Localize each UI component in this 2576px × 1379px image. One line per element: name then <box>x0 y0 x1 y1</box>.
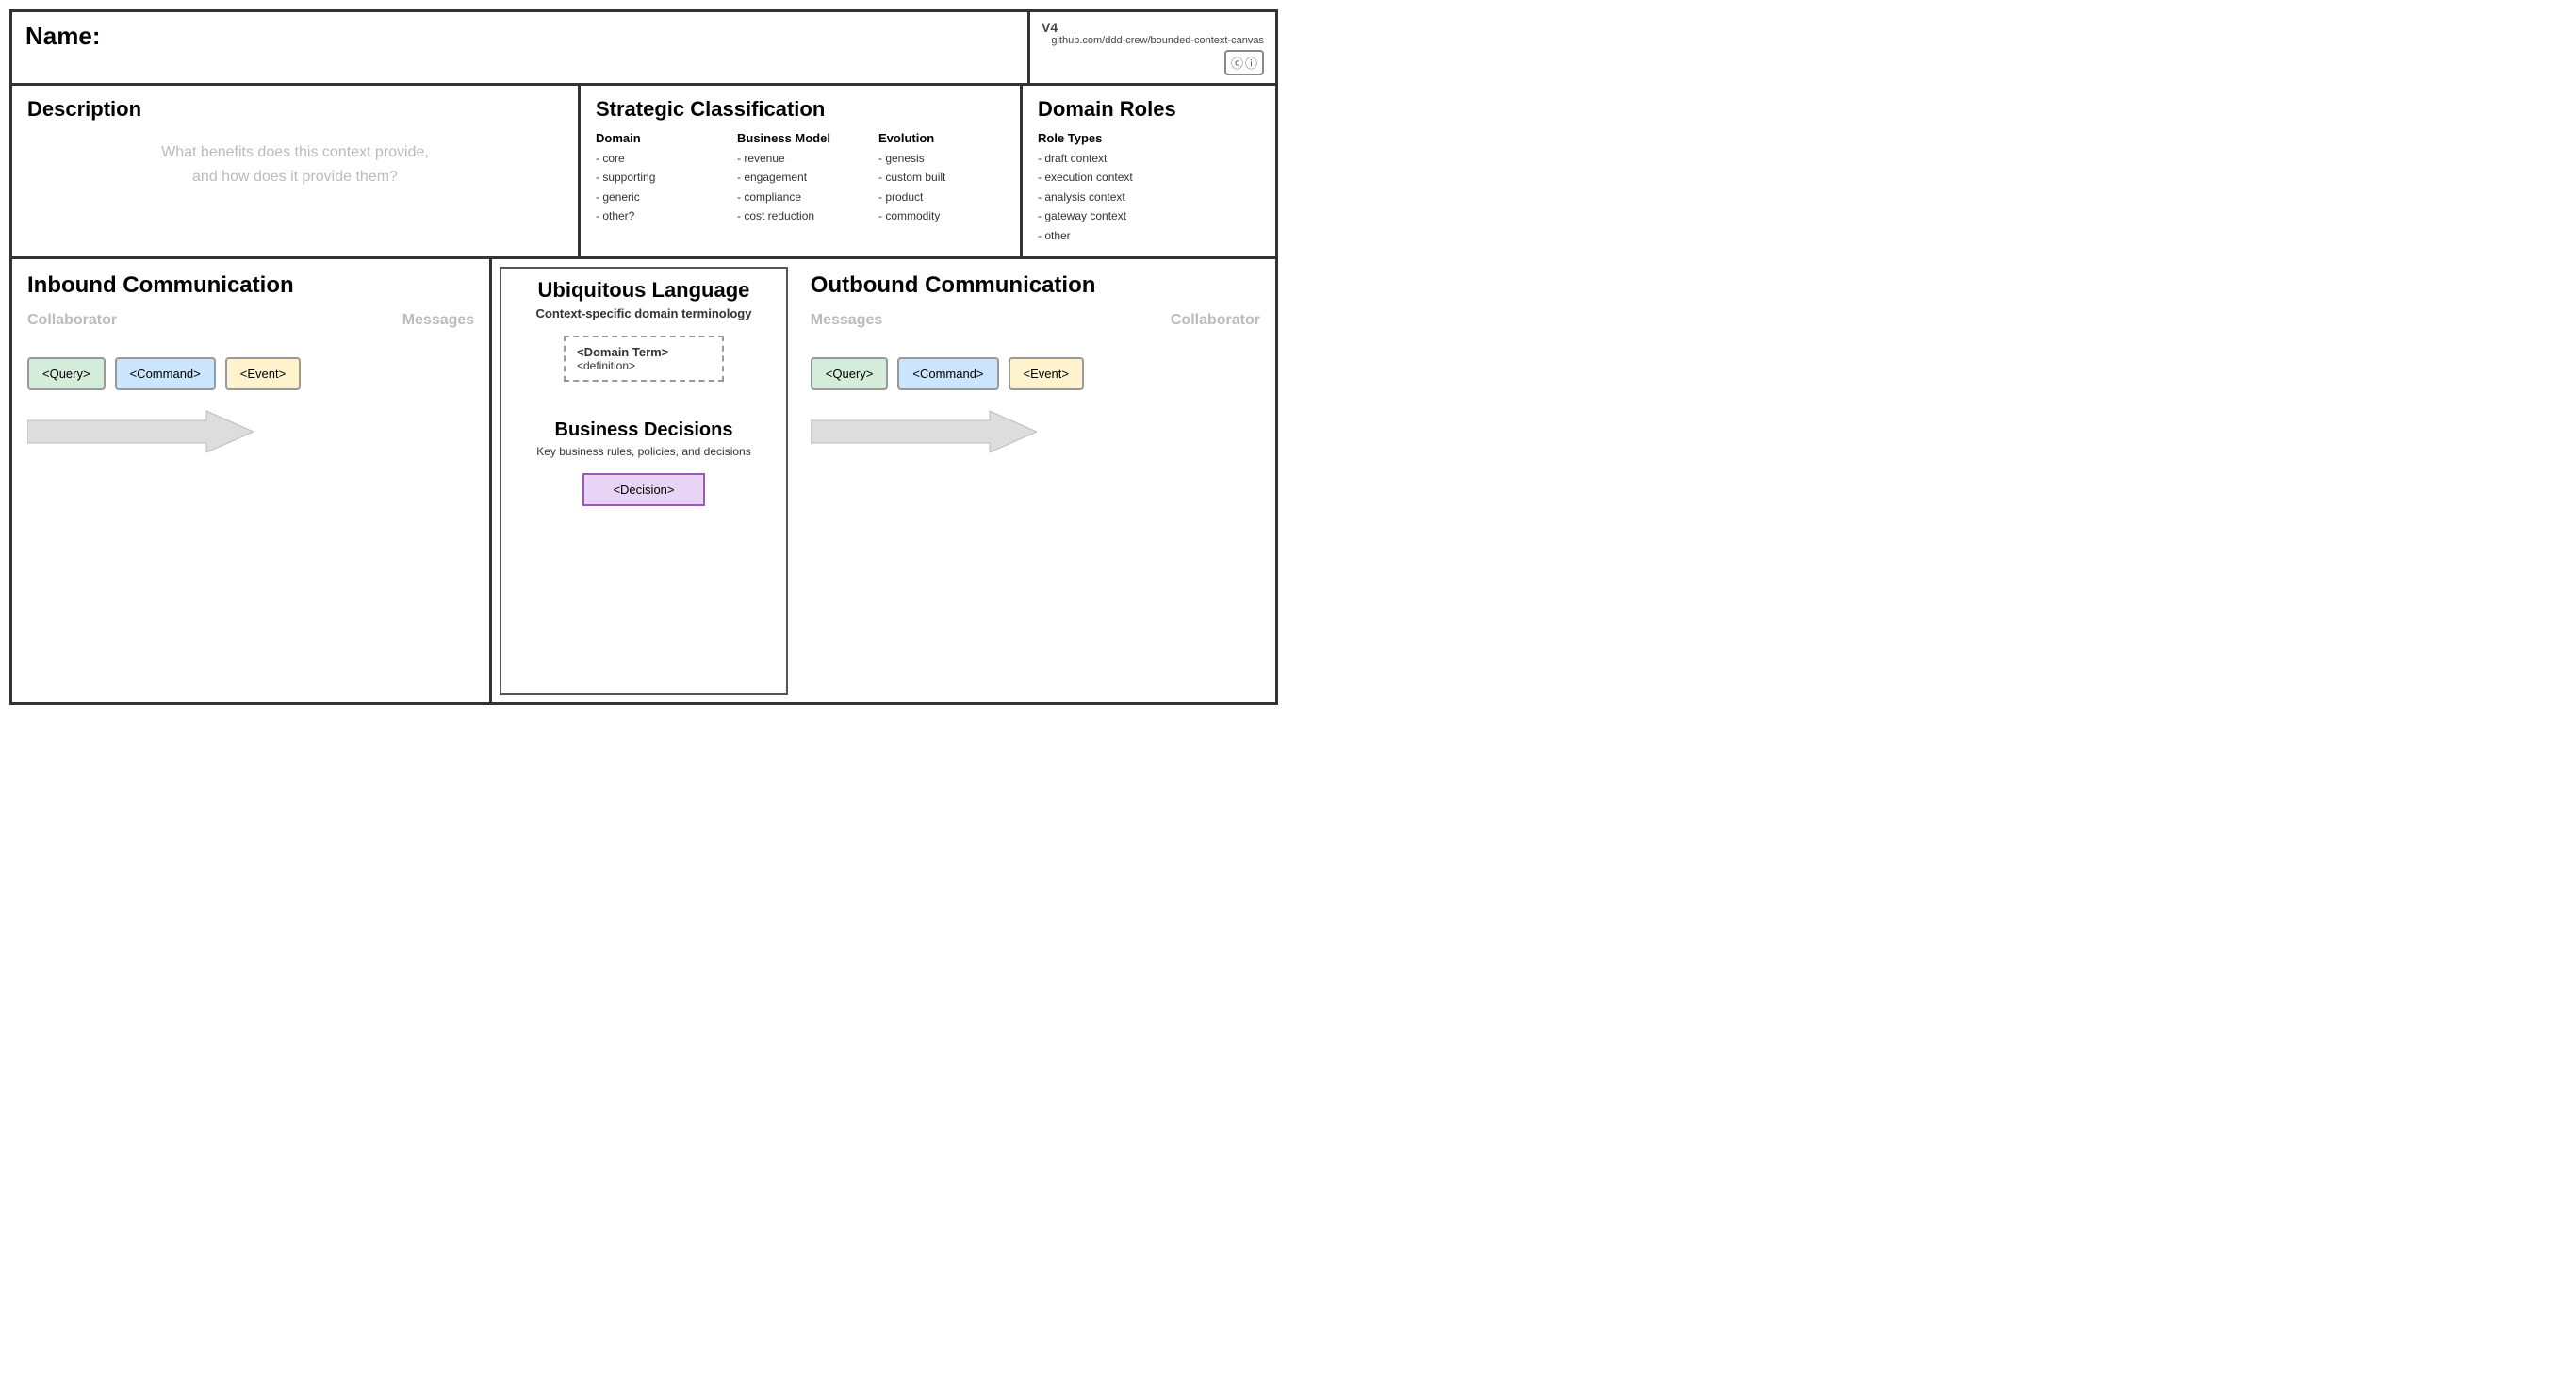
name-field: Name: <box>12 12 1030 83</box>
evo-genesis: - genesis <box>878 149 1005 168</box>
outbound-title: Outbound Communication <box>811 272 1260 299</box>
inbound-query-chip: <Query> <box>27 357 106 390</box>
main-row: Inbound Communication Collaborator Messa… <box>12 259 1275 702</box>
inbound-labels: Collaborator Messages <box>27 312 474 329</box>
evo-commodity: - commodity <box>878 206 1005 225</box>
role-gateway: - gateway context <box>1038 206 1260 225</box>
description-section: Description What benefits does this cont… <box>12 86 581 256</box>
domain-roles-title: Domain Roles <box>1038 97 1260 122</box>
role-draft: - draft context <box>1038 149 1260 168</box>
inbound-section: Inbound Communication Collaborator Messa… <box>12 259 492 702</box>
ubiquitous-title: Ubiquitous Language <box>511 278 777 303</box>
by-icon: ⓘ <box>1245 54 1257 72</box>
desc-line2: and how does it provide them? <box>192 169 398 185</box>
outbound-labels: Messages Collaborator <box>811 312 1260 329</box>
inbound-collaborator-label: Collaborator <box>27 312 117 329</box>
business-model-label: Business Model <box>737 131 863 145</box>
inbound-chips: <Query> <Command> <Event> <box>27 357 474 390</box>
domain-term-box: <Domain Term> <definition> <box>564 336 724 382</box>
roles-list: - draft context - execution context - an… <box>1038 149 1260 245</box>
decision-chip: <Decision> <box>582 473 705 506</box>
domain-term: <Domain Term> <box>577 345 711 359</box>
business-decisions-subtitle: Key business rules, policies, and decisi… <box>511 445 777 458</box>
evolution-col: Evolution - genesis - custom built - pro… <box>878 131 1005 226</box>
role-types-label: Role Types <box>1038 131 1260 145</box>
version-label: V4 <box>1042 20 1058 35</box>
bm-engagement: - engagement <box>737 168 863 187</box>
second-row: Description What benefits does this cont… <box>12 86 1275 259</box>
header-row: Name: V4 github.com/ddd-crew/bounded-con… <box>12 12 1275 86</box>
ubiquitous-subtitle: Context-specific domain terminology <box>511 306 777 320</box>
domain-list: - core - supporting - generic - other? <box>596 149 722 226</box>
cc-badge: ⓒ ⓘ <box>1224 50 1264 75</box>
inbound-title: Inbound Communication <box>27 272 474 299</box>
center-inner: Ubiquitous Language Context-specific dom… <box>500 267 788 695</box>
canvas-wrapper: Name: V4 github.com/ddd-crew/bounded-con… <box>9 9 1278 705</box>
term-definition: <definition> <box>577 359 711 372</box>
outbound-command-chip: <Command> <box>897 357 998 390</box>
outbound-arrow <box>811 407 1037 456</box>
center-wrapper: Ubiquitous Language Context-specific dom… <box>492 259 796 702</box>
bm-cost-reduction: - cost reduction <box>737 206 863 225</box>
role-execution: - execution context <box>1038 168 1260 187</box>
domain-item-generic: - generic <box>596 188 722 206</box>
bm-revenue: - revenue <box>737 149 863 168</box>
business-model-list: - revenue - engagement - compliance - co… <box>737 149 863 226</box>
domain-item-other: - other? <box>596 206 722 225</box>
description-title: Description <box>27 97 563 122</box>
outbound-chips: <Query> <Command> <Event> <box>811 357 1260 390</box>
role-other: - other <box>1038 226 1260 245</box>
business-decisions-title: Business Decisions <box>511 419 777 441</box>
name-label: Name: <box>25 22 100 50</box>
domain-col: Domain - core - supporting - generic - o… <box>596 131 722 226</box>
role-analysis: - analysis context <box>1038 188 1260 206</box>
header-meta: V4 github.com/ddd-crew/bounded-context-c… <box>1030 12 1275 83</box>
github-link: github.com/ddd-crew/bounded-context-canv… <box>1051 35 1264 46</box>
outbound-query-chip: <Query> <box>811 357 889 390</box>
domain-item-supporting: - supporting <box>596 168 722 187</box>
bm-compliance: - compliance <box>737 188 863 206</box>
outbound-event-chip: <Event> <box>1009 357 1084 390</box>
strategic-title: Strategic Classification <box>596 97 1005 122</box>
inbound-command-chip: <Command> <box>115 357 216 390</box>
inbound-arrow <box>27 407 254 456</box>
evolution-label: Evolution <box>878 131 1005 145</box>
business-model-col: Business Model - revenue - engagement - … <box>737 131 863 226</box>
description-placeholder: What benefits does this context provide,… <box>27 140 563 189</box>
domain-item-core: - core <box>596 149 722 168</box>
desc-line1: What benefits does this context provide, <box>161 144 429 160</box>
outbound-collaborator-label: Collaborator <box>1171 312 1260 329</box>
strategic-columns: Domain - core - supporting - generic - o… <box>596 131 1005 226</box>
inbound-event-chip: <Event> <box>225 357 301 390</box>
outbound-section: Outbound Communication Messages Collabor… <box>796 259 1275 702</box>
evolution-list: - genesis - custom built - product - com… <box>878 149 1005 226</box>
cc-icon: ⓒ <box>1231 54 1243 72</box>
strategic-section: Strategic Classification Domain - core -… <box>581 86 1023 256</box>
domain-roles-section: Domain Roles Role Types - draft context … <box>1023 86 1275 256</box>
evo-product: - product <box>878 188 1005 206</box>
evo-custom-built: - custom built <box>878 168 1005 187</box>
outbound-messages-label: Messages <box>811 312 883 329</box>
inbound-messages-label: Messages <box>402 312 475 329</box>
domain-label: Domain <box>596 131 722 145</box>
